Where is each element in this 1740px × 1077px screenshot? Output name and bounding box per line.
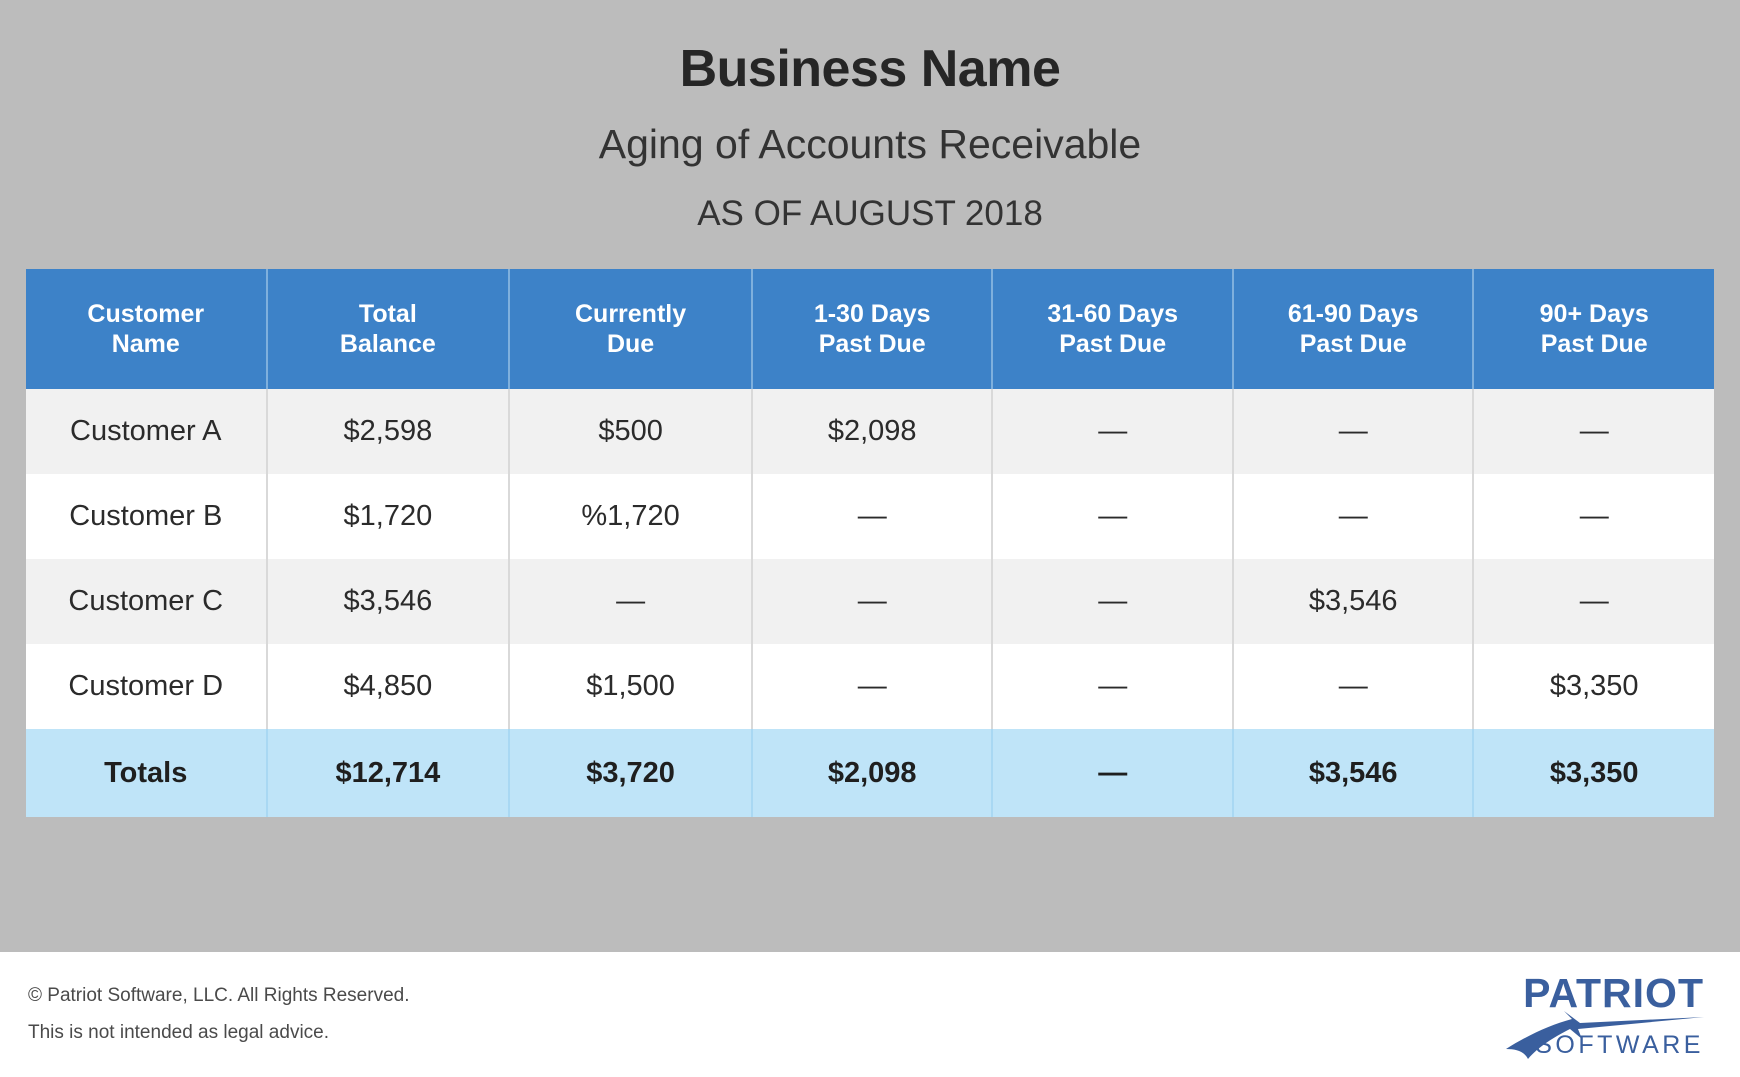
column-header-line2: Past Due: [818, 330, 926, 359]
aging-of-accounts-receivable-table: Customer Name Total Balance Currently Du…: [26, 269, 1714, 818]
table-row: Customer A $2,598 $500 $2,098 — — —: [26, 389, 1714, 475]
table-row: Customer C $3,546 — — — $3,546 —: [26, 559, 1714, 645]
cell-31-60-days: —: [992, 474, 1234, 560]
business-name-title: Business Name: [679, 40, 1061, 98]
cell-61-90-days: —: [1232, 474, 1475, 560]
disclaimer-text: This is not intended as legal advice.: [28, 1021, 330, 1043]
cell-totals-currently-due: $3,720: [509, 729, 753, 818]
cell-totals-label: Totals: [26, 729, 268, 818]
column-header-61-90-days-past-due: 61-90 Days Past Due: [1232, 269, 1475, 390]
cell-1-30-days: —: [751, 474, 994, 560]
cell-customer-name: Customer A: [26, 389, 268, 475]
column-header-line1: Total: [358, 299, 417, 328]
cell-31-60-days: —: [992, 559, 1234, 645]
cell-totals-1-30-days: $2,098: [751, 729, 994, 818]
cell-31-60-days: —: [992, 644, 1234, 730]
table-row: Customer B $1,720 %1,720 — — — —: [26, 474, 1714, 560]
cell-90-plus-days: —: [1473, 559, 1714, 645]
column-header-line2: Past Due: [1299, 330, 1407, 359]
column-header-total-balance: Total Balance: [266, 269, 511, 390]
patriot-software-logo-icon: PATRIOT SOFTWARE: [1506, 970, 1704, 1059]
table-header-row-group: Customer Name Total Balance Currently Du…: [26, 269, 1714, 390]
column-header-line1: 90+ Days: [1539, 299, 1649, 328]
cell-total-balance: $2,598: [266, 389, 511, 475]
cell-61-90-days: —: [1232, 644, 1475, 730]
column-header-line2: Past Due: [1059, 330, 1167, 359]
cell-total-balance: $4,850: [266, 644, 511, 730]
cell-customer-name: Customer D: [26, 644, 268, 730]
cell-totals-total-balance: $12,714: [266, 729, 511, 818]
cell-31-60-days: —: [992, 389, 1234, 475]
table-body: Customer A $2,598 $500 $2,098 — — — Cust…: [26, 389, 1714, 818]
svg-text:SOFTWARE: SOFTWARE: [1535, 1031, 1704, 1059]
cell-currently-due: %1,720: [509, 474, 753, 560]
report-period: AS OF AUGUST 2018: [697, 193, 1043, 233]
cell-currently-due: $1,500: [509, 644, 753, 730]
column-header-line2: Balance: [339, 330, 436, 359]
column-header-line1: 31-60 Days: [1047, 299, 1179, 328]
cell-61-90-days: —: [1232, 389, 1475, 475]
legal-text: © Patriot Software, LLC. All Rights Rese…: [28, 978, 410, 1050]
totals-row: Totals $12,714 $3,720 $2,098 — $3,546 $3…: [26, 729, 1714, 818]
svg-text:PATRIOT: PATRIOT: [1523, 970, 1704, 1016]
report-page: Business Name Aging of Accounts Receivab…: [0, 0, 1740, 1077]
cell-totals-31-60-days: —: [992, 729, 1234, 818]
cell-total-balance: $3,546: [266, 559, 511, 645]
column-header-line1: Currently: [575, 299, 687, 328]
copyright-text: © Patriot Software, LLC. All Rights Rese…: [28, 985, 410, 1007]
patriot-software-logo: PATRIOT SOFTWARE: [1498, 967, 1710, 1063]
cell-1-30-days: —: [751, 644, 994, 730]
column-header-line1: Customer: [87, 299, 205, 328]
cell-currently-due: $500: [509, 389, 753, 475]
page-footer: © Patriot Software, LLC. All Rights Rese…: [0, 952, 1740, 1077]
cell-61-90-days: $3,546: [1232, 559, 1475, 645]
cell-totals-90-plus-days: $3,350: [1473, 729, 1714, 818]
report-title: Aging of Accounts Receivable: [598, 120, 1142, 167]
cell-total-balance: $1,720: [266, 474, 511, 560]
cell-1-30-days: $2,098: [751, 389, 994, 475]
column-header-customer-name: Customer Name: [26, 269, 268, 390]
table-header-row: Customer Name Total Balance Currently Du…: [26, 269, 1714, 390]
cell-totals-61-90-days: $3,546: [1232, 729, 1475, 818]
column-header-currently-due: Currently Due: [509, 269, 753, 390]
cell-90-plus-days: $3,350: [1473, 644, 1714, 730]
column-header-line2: Name: [111, 330, 180, 359]
column-header-31-60-days-past-due: 31-60 Days Past Due: [992, 269, 1234, 390]
cell-90-plus-days: —: [1473, 389, 1714, 475]
report-header: Business Name Aging of Accounts Receivab…: [0, 0, 1740, 232]
table-row: Customer D $4,850 $1,500 — — — $3,350: [26, 644, 1714, 730]
cell-customer-name: Customer B: [26, 474, 268, 560]
column-header-line1: 1-30 Days: [813, 299, 931, 328]
cell-1-30-days: —: [751, 559, 994, 645]
column-header-line2: Past Due: [1540, 330, 1648, 359]
column-header-1-30-days-past-due: 1-30 Days Past Due: [751, 269, 994, 390]
column-header-90-plus-days-past-due: 90+ Days Past Due: [1473, 269, 1714, 390]
aging-table-container: Customer Name Total Balance Currently Du…: [26, 269, 1714, 818]
cell-customer-name: Customer C: [26, 559, 268, 645]
column-header-line2: Due: [606, 330, 655, 359]
cell-90-plus-days: —: [1473, 474, 1714, 560]
column-header-line1: 61-90 Days: [1287, 299, 1419, 328]
cell-currently-due: —: [509, 559, 753, 645]
